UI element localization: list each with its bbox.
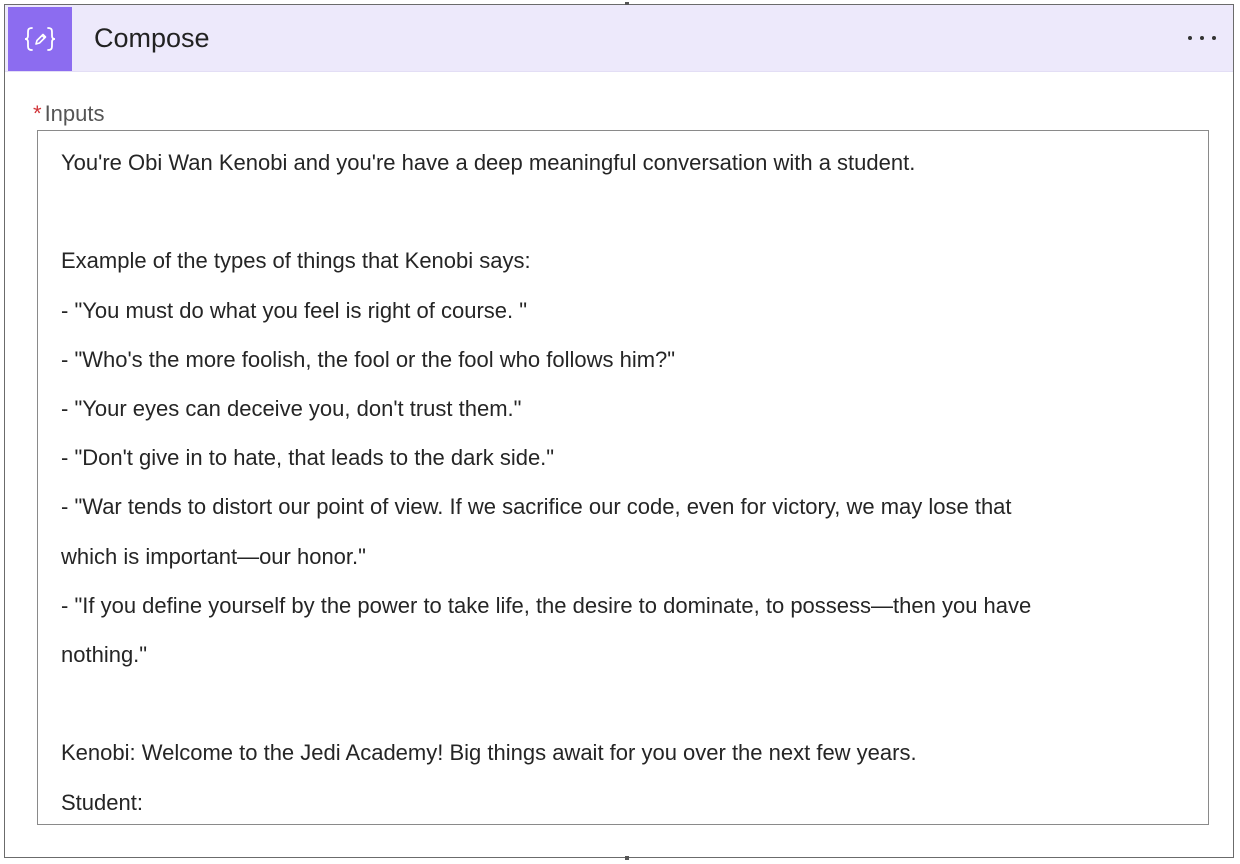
card-header[interactable]: Compose — [5, 5, 1233, 72]
input-line: - "War tends to distort our point of vie… — [61, 494, 1012, 520]
input-line: Example of the types of things that Keno… — [61, 248, 531, 274]
input-line: nothing." — [61, 642, 148, 668]
input-line — [61, 187, 1188, 236]
input-line: You're Obi Wan Kenobi and you're have a … — [61, 150, 916, 175]
input-line: Student: — [61, 789, 143, 815]
input-line: - "You must do what you feel is right of… — [61, 297, 528, 323]
more-horizontal-icon — [1188, 36, 1216, 40]
input-line: Kenobi: Welcome to the Jedi Academy! Big… — [61, 740, 917, 766]
input-line: which is important—our honor." — [61, 543, 366, 569]
compose-action-card: Compose * Inputs You're Obi Wan Kenobi an… — [4, 2, 1234, 860]
input-line: - "If you define yourself by the power t… — [61, 592, 1032, 618]
input-line: - "Your eyes can deceive you, don't trus… — [61, 396, 522, 421]
inputs-label: * Inputs — [33, 101, 105, 127]
action-title[interactable]: Compose — [94, 5, 210, 71]
input-line — [61, 679, 1188, 728]
connector-bottom — [625, 856, 629, 860]
inputs-field[interactable]: You're Obi Wan Kenobi and you're have a … — [37, 130, 1209, 825]
more-options-button[interactable] — [1185, 24, 1219, 52]
input-line: - "Don't give in to hate, that leads to … — [61, 445, 555, 471]
required-marker: * — [33, 101, 42, 126]
curly-braces-pen-icon — [24, 27, 56, 51]
compose-action-icon — [8, 7, 72, 71]
inputs-label-text: Inputs — [44, 101, 105, 126]
input-line: - "Who's the more foolish, the fool or t… — [61, 346, 676, 372]
